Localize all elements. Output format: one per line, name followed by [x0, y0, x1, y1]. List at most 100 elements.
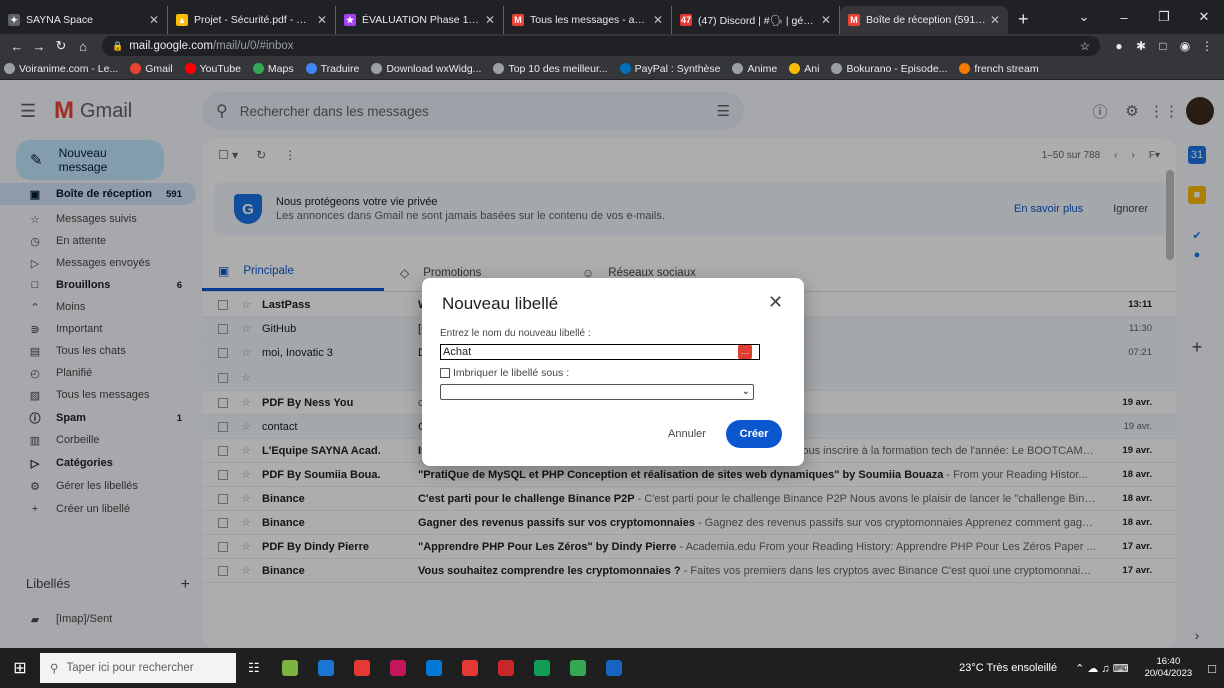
tab-close-icon[interactable]: ✕	[485, 13, 495, 27]
bookmark-favicon-icon	[732, 63, 744, 74]
password-manager-icon[interactable]: …	[738, 345, 752, 359]
url-field[interactable]: 🔒 mail.google.com/mail/u/0/#inbox ☆	[102, 36, 1100, 56]
address-bar: ← → ↻ ⌂ 🔒 mail.google.com/mail/u/0/#inbo…	[0, 34, 1224, 58]
back-icon[interactable]: ←	[6, 39, 28, 54]
bookmark-favicon-icon	[619, 63, 631, 74]
tab-search-icon[interactable]: ⌄	[1064, 9, 1104, 25]
bookmark-label: Voiranime.com - Le...	[19, 62, 119, 75]
window-controls: ⌄ – ❐ ✕	[1064, 0, 1224, 34]
bookmark-item[interactable]: Anime	[732, 63, 777, 75]
new-label-dialog: Nouveau libellé ✕ Entrez le nom du nouve…	[422, 278, 804, 466]
taskbar-app-icon[interactable]	[533, 660, 550, 676]
bookmark-favicon-icon	[130, 63, 142, 74]
bookmark-favicon-icon	[789, 63, 801, 74]
new-tab-button[interactable]: +	[1008, 6, 1039, 34]
bookmarks-bar: Voiranime.com - Le... Gmail YouTube Maps Tra…	[0, 58, 1224, 80]
tab-title: ÉVALUATION Phase 1 - DISCO	[362, 14, 481, 26]
taskbar-app-icon[interactable]	[353, 660, 370, 676]
tab-title: Projet - Sécurité.pdf - Google	[194, 14, 313, 26]
bookmark-item[interactable]: Top 10 des meilleur...	[493, 63, 608, 75]
browser-tab[interactable]: ★ ÉVALUATION Phase 1 - DISCO ✕	[336, 6, 504, 34]
profile-icon[interactable]: ◉	[1174, 39, 1196, 53]
clock[interactable]: 16:40 20/04/2023	[1145, 656, 1193, 680]
taskbar-app-icon[interactable]	[569, 660, 586, 676]
bookmark-label: Download wxWidg...	[386, 62, 482, 75]
bookmark-item[interactable]: YouTube	[184, 62, 241, 75]
task-view-icon[interactable]: ☷	[248, 660, 260, 676]
bookmark-label: Bokurano - Episode...	[846, 62, 948, 75]
tab-favicon-icon: ★	[344, 14, 356, 26]
tab-close-icon[interactable]: ✕	[149, 13, 159, 27]
clock-time: 16:40	[1156, 656, 1181, 667]
bookmark-item[interactable]: PayPal : Synthèse	[619, 63, 720, 75]
create-button[interactable]: Créer	[726, 420, 782, 448]
bookmark-favicon-icon	[305, 63, 317, 74]
nest-label-text: Imbriquer le libellé sous :	[453, 367, 570, 379]
bookmark-favicon-icon	[184, 63, 196, 74]
tray-icons[interactable]: ⌃ ☁ ♫ ⌨	[1075, 662, 1129, 675]
taskbar-app-icon[interactable]	[605, 660, 622, 676]
dialog-title: Nouveau libellé	[442, 294, 559, 313]
browser-tab[interactable]: 47 (47) Discord | #🗣 | général | ✕	[672, 6, 840, 34]
taskbar-app-icon[interactable]	[497, 660, 514, 676]
extension-icon[interactable]: ●	[1108, 39, 1130, 53]
tab-close-icon[interactable]: ✕	[317, 13, 327, 27]
bookmark-item[interactable]: Bokurano - Episode...	[831, 63, 947, 75]
browser-tab[interactable]: ▲ Projet - Sécurité.pdf - Google ✕	[168, 6, 336, 34]
tab-close-icon[interactable]: ✕	[821, 13, 831, 27]
tab-close-icon[interactable]: ✕	[990, 13, 1000, 27]
tab-favicon-icon: ▲	[176, 14, 188, 26]
label-name-input[interactable]	[440, 344, 760, 360]
bookmark-label: Ani	[804, 62, 820, 75]
minimize-icon[interactable]: –	[1104, 10, 1144, 25]
bookmark-item[interactable]: Maps	[252, 63, 294, 75]
taskbar-app-icon[interactable]	[317, 660, 334, 676]
url-host: mail.google.com	[129, 40, 213, 52]
bookmark-item[interactable]: Download wxWidg...	[371, 63, 481, 75]
taskbar-app-icon[interactable]	[425, 660, 442, 676]
bookmark-item[interactable]: Voiranime.com - Le...	[4, 63, 118, 75]
url-path: /mail/u/0/#inbox	[212, 40, 294, 52]
forward-icon[interactable]: →	[28, 39, 50, 54]
taskbar-search[interactable]: ⚲ Taper ici pour rechercher	[40, 653, 236, 683]
home-icon[interactable]: ⌂	[72, 39, 94, 54]
sidepanel-icon[interactable]: □	[1152, 39, 1174, 53]
bookmark-item[interactable]: Traduire	[305, 62, 360, 75]
tab-title: SAYNA Space	[26, 14, 93, 26]
taskbar-app-icon[interactable]	[461, 660, 478, 676]
bookmark-favicon-icon	[371, 63, 383, 74]
windows-start-icon[interactable]: ⊞	[0, 658, 40, 678]
weather-widget[interactable]: 23°C Très ensoleillé	[959, 662, 1057, 674]
browser-tab[interactable]: ✦ SAYNA Space ✕	[0, 6, 168, 34]
search-icon: ⚲	[50, 663, 59, 675]
taskbar-apps	[272, 660, 632, 676]
dialog-prompt: Entrez le nom du nouveau libellé :	[440, 328, 591, 339]
bookmark-item[interactable]: Gmail	[130, 63, 173, 75]
taskbar-app-icon[interactable]	[389, 660, 406, 676]
bookmark-star-icon[interactable]: ☆	[1080, 39, 1090, 53]
notification-icon[interactable]: □	[1208, 661, 1216, 676]
browser-tab[interactable]: M Boîte de réception (591) - ach ✕	[840, 6, 1008, 34]
taskbar-app-icon[interactable]	[281, 660, 298, 676]
taskbar-search-placeholder: Taper ici pour rechercher	[66, 662, 194, 674]
puzzle-icon[interactable]: ✱	[1130, 39, 1152, 53]
menu-icon[interactable]: ⋮	[1196, 39, 1218, 53]
close-window-icon[interactable]: ✕	[1184, 9, 1224, 25]
browser-tab-bar: ✦ SAYNA Space ✕ ▲ Projet - Sécurité.pdf - Go…	[0, 0, 1224, 34]
bookmark-item[interactable]: french stream	[959, 63, 1039, 75]
browser-tab[interactable]: M Tous les messages - achim.m ✕	[504, 6, 672, 34]
bookmark-label: Traduire	[320, 62, 360, 75]
close-icon[interactable]: ✕	[768, 292, 783, 313]
bookmark-favicon-icon	[4, 63, 15, 74]
bookmark-label: Anime	[747, 62, 778, 75]
parent-label-select[interactable]: ⌄	[440, 384, 754, 400]
cancel-button[interactable]: Annuler	[668, 428, 706, 440]
maximize-icon[interactable]: ❐	[1144, 9, 1184, 25]
nest-label-checkbox[interactable]: Imbriquer le libellé sous :	[440, 367, 569, 379]
tab-favicon-icon: M	[512, 14, 524, 26]
bookmark-label: YouTube	[199, 62, 241, 75]
reload-icon[interactable]: ↻	[50, 38, 72, 54]
tab-close-icon[interactable]: ✕	[653, 13, 663, 27]
checkbox[interactable]	[440, 368, 450, 378]
bookmark-item[interactable]: Ani	[789, 63, 819, 75]
